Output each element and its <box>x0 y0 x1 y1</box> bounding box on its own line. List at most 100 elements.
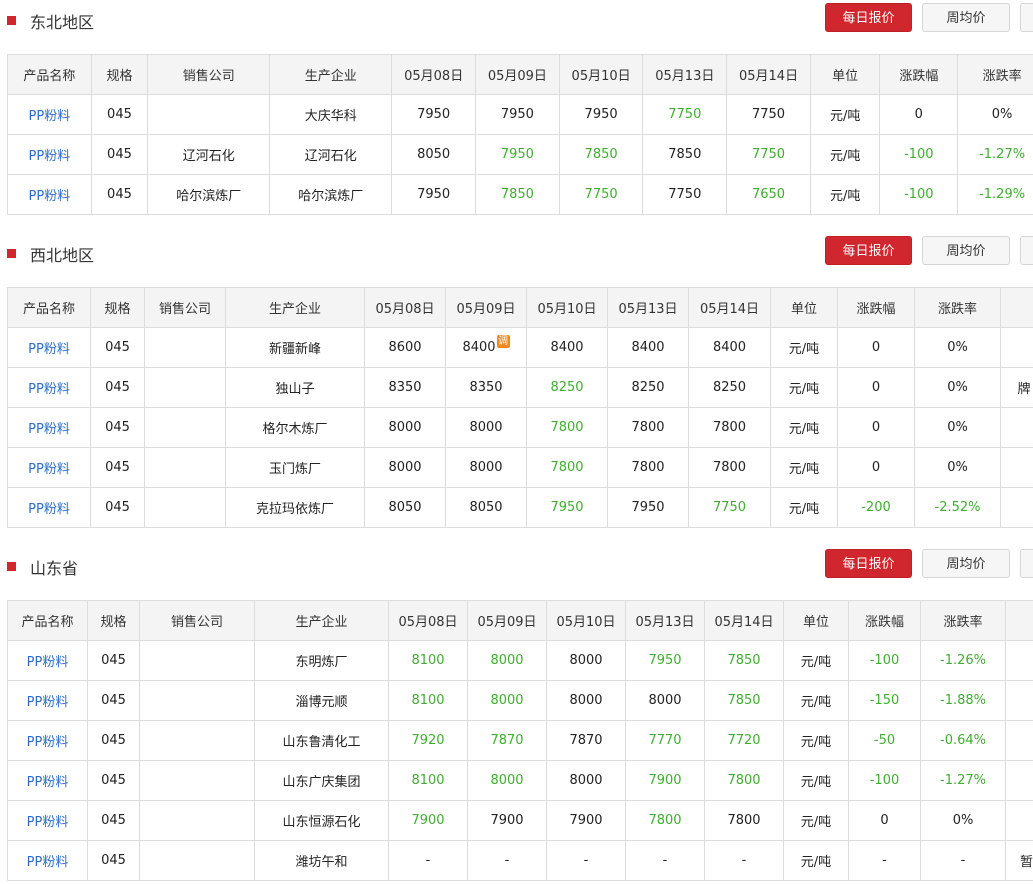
table-cell: -150 <box>848 680 921 721</box>
table-cell <box>1005 720 1033 761</box>
product-link[interactable]: PP粉料 <box>7 840 88 881</box>
table-cell: - <box>848 840 921 881</box>
column-header: 05月13日 <box>607 287 689 328</box>
table-cell: 7950 <box>526 487 608 528</box>
section-header: 东北地区 每日报价 周均价 <box>0 3 1033 37</box>
table-cell <box>139 800 255 841</box>
table-cell <box>1005 640 1033 681</box>
section-shandong: 山东省 每日报价 周均价 产品名称 规格 销售公司 生产企业 05月08日 05月09日 0… <box>0 549 1033 881</box>
product-link[interactable]: PP粉料 <box>7 640 88 681</box>
section-title: 山东省 <box>30 559 79 578</box>
table-cell: 045 <box>87 760 140 801</box>
table-cell: 8250 <box>607 367 689 408</box>
column-header: 05月09日 <box>445 287 527 328</box>
table-cell: 0 <box>837 327 915 368</box>
table-cell: 7800 <box>704 760 784 801</box>
product-link[interactable]: PP粉料 <box>7 174 92 215</box>
table-row: PP粉料 045 潍坊午和 - - - - - 元/吨 - - 暂 <box>7 840 1033 881</box>
section-header: 山东省 每日报价 周均价 <box>0 549 1033 583</box>
column-header <box>1005 600 1033 641</box>
table-cell <box>139 840 255 881</box>
column-header: 销售公司 <box>147 54 271 95</box>
table-cell: 7800 <box>526 407 608 448</box>
table-cell: - <box>704 840 784 881</box>
more-button[interactable] <box>1020 236 1033 265</box>
table-cell: - <box>920 840 1006 881</box>
table-cell: 哈尔滨炼厂 <box>269 174 393 215</box>
table-cell <box>1005 760 1033 801</box>
table-cell: -100 <box>879 134 959 175</box>
column-header: 涨跌幅 <box>848 600 921 641</box>
table-cell: 045 <box>87 640 140 681</box>
table-cell: 8400 调 <box>445 327 527 368</box>
column-header: 产品名称 <box>7 600 88 641</box>
table-cell: 辽河石化 <box>147 134 271 175</box>
table-cell: 7750 <box>642 174 728 215</box>
table-cell: 0% <box>914 327 1001 368</box>
table-cell: 暂 <box>1005 840 1033 881</box>
cell-value: 8400 <box>462 340 496 355</box>
table-cell: 元/吨 <box>783 760 849 801</box>
product-link[interactable]: PP粉料 <box>7 447 91 488</box>
table-cell: 7800 <box>607 407 689 448</box>
table-cell: 0 <box>837 407 915 448</box>
product-link[interactable]: PP粉料 <box>7 487 91 528</box>
table-cell: - <box>467 840 547 881</box>
table-cell: 0 <box>848 800 921 841</box>
column-header: 产品名称 <box>7 54 92 95</box>
product-link[interactable]: PP粉料 <box>7 327 91 368</box>
table-cell: 7800 <box>607 447 689 488</box>
section-northeast: 东北地区 每日报价 周均价 产品名称 规格 销售公司 生产企业 05月08日 05月09日… <box>0 3 1033 215</box>
product-link[interactable]: PP粉料 <box>7 720 88 761</box>
product-link[interactable]: PP粉料 <box>7 760 88 801</box>
weekly-average-button[interactable]: 周均价 <box>922 236 1010 265</box>
table-cell: -100 <box>848 760 921 801</box>
daily-quote-button[interactable]: 每日报价 <box>825 236 912 265</box>
table-cell: 7870 <box>546 720 626 761</box>
table-cell <box>144 487 226 528</box>
table-cell: 8100 <box>388 640 468 681</box>
adjust-badge-icon[interactable]: 调 <box>496 335 510 348</box>
table-cell: 8100 <box>388 760 468 801</box>
column-header: 生产企业 <box>225 287 365 328</box>
table-cell: -50 <box>848 720 921 761</box>
product-link[interactable]: PP粉料 <box>7 367 91 408</box>
table-cell: 山东鲁清化工 <box>254 720 389 761</box>
column-header: 05月10日 <box>546 600 626 641</box>
weekly-average-button[interactable]: 周均价 <box>922 3 1010 32</box>
more-button[interactable] <box>1020 3 1033 32</box>
table-cell: 7900 <box>467 800 547 841</box>
product-link[interactable]: PP粉料 <box>7 407 91 448</box>
table-cell: 045 <box>87 840 140 881</box>
product-link[interactable]: PP粉料 <box>7 134 92 175</box>
table-cell: 7870 <box>467 720 547 761</box>
table-cell: 元/吨 <box>809 134 881 175</box>
table-cell: 7950 <box>607 487 689 528</box>
daily-quote-button[interactable]: 每日报价 <box>825 3 912 32</box>
table-row: PP粉料 045 东明炼厂 8100 8000 8000 7950 7850 元/吨 -100 -1… <box>7 640 1033 681</box>
daily-quote-button[interactable]: 每日报价 <box>825 549 912 578</box>
more-button[interactable] <box>1020 549 1033 578</box>
table-cell: 8000 <box>445 447 527 488</box>
table-cell: 8000 <box>467 680 547 721</box>
product-link[interactable]: PP粉料 <box>7 680 88 721</box>
table-cell: 8000 <box>364 407 446 448</box>
table-header-row: 产品名称 规格 销售公司 生产企业 05月08日 05月09日 05月10日 05月13日 05… <box>7 54 1033 95</box>
column-header: 单位 <box>783 600 849 641</box>
table-cell: 045 <box>90 134 149 175</box>
product-link[interactable]: PP粉料 <box>7 94 92 135</box>
table-cell: 8000 <box>467 760 547 801</box>
table-cell: -100 <box>879 174 959 215</box>
product-link[interactable]: PP粉料 <box>7 800 88 841</box>
table-cell: 8100 <box>388 680 468 721</box>
table-row: PP粉料 045 山东广庆集团 8100 8000 8000 7900 7800 元/吨 -100… <box>7 760 1033 801</box>
table-cell: 7900 <box>625 760 705 801</box>
table-cell: 0% <box>920 800 1006 841</box>
table-cell: 8000 <box>546 640 626 681</box>
table-cell: 8000 <box>546 680 626 721</box>
weekly-average-button[interactable]: 周均价 <box>922 549 1010 578</box>
column-header: 05月10日 <box>526 287 608 328</box>
table-row: PP粉料 045 大庆华科 7950 7950 7950 7750 7750 元/吨 0 0% <box>7 94 1033 135</box>
table-cell: 元/吨 <box>783 640 849 681</box>
table-cell: 新疆新峰 <box>225 327 365 368</box>
